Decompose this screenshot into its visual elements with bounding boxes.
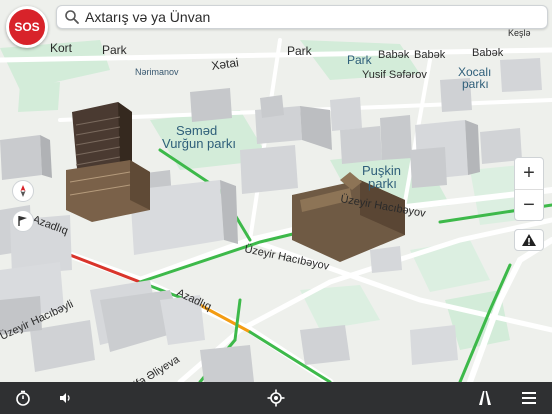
volume-icon bbox=[60, 393, 70, 403]
volume-button[interactable] bbox=[56, 389, 74, 407]
map-label: Park bbox=[347, 53, 373, 67]
timer-icon bbox=[16, 390, 30, 406]
park-area bbox=[18, 82, 60, 112]
flag-icon bbox=[18, 216, 27, 226]
route-icon bbox=[479, 391, 491, 405]
map-label: Babək bbox=[414, 49, 446, 61]
zoom-controls: + − bbox=[514, 157, 544, 221]
search-bar[interactable] bbox=[56, 5, 548, 29]
map-label: Kort bbox=[50, 41, 73, 55]
map-label: Nərimanov bbox=[135, 67, 179, 77]
locate-button[interactable] bbox=[267, 389, 285, 407]
locate-icon bbox=[267, 389, 285, 407]
search-input[interactable] bbox=[81, 9, 529, 25]
route-button[interactable] bbox=[476, 389, 494, 407]
report-warning-button[interactable] bbox=[514, 229, 544, 251]
menu-button[interactable] bbox=[520, 389, 538, 407]
map-label: Babək bbox=[472, 47, 504, 59]
map-label: Yusif Səfərov bbox=[362, 69, 427, 81]
map-label: Vurğun parkı bbox=[162, 136, 236, 151]
zoom-out-button[interactable]: − bbox=[515, 190, 543, 221]
map-view[interactable]: Kort Park Park Babək Babək Babək Keşlə N… bbox=[0, 0, 552, 382]
search-icon bbox=[65, 10, 79, 24]
zoom-in-button[interactable]: + bbox=[515, 158, 543, 189]
map-label: Keşlə bbox=[508, 28, 531, 38]
map-label: Park bbox=[287, 44, 313, 58]
flag-button[interactable] bbox=[12, 210, 34, 232]
zoom-out-icon: − bbox=[523, 194, 535, 216]
compass-icon bbox=[20, 185, 26, 197]
zoom-in-icon: + bbox=[523, 162, 535, 184]
map-label: parkı bbox=[462, 77, 489, 91]
sos-label: SOS bbox=[14, 20, 40, 34]
timer-button[interactable] bbox=[14, 389, 32, 407]
bottom-toolbar bbox=[0, 382, 552, 414]
sos-button[interactable]: SOS bbox=[6, 6, 48, 48]
map-label: Park bbox=[102, 43, 128, 57]
compass-button[interactable] bbox=[12, 180, 34, 202]
map-label: parkı bbox=[368, 176, 397, 191]
warning-icon bbox=[522, 234, 536, 246]
menu-icon bbox=[522, 392, 536, 404]
map-label: Babək bbox=[378, 49, 410, 61]
